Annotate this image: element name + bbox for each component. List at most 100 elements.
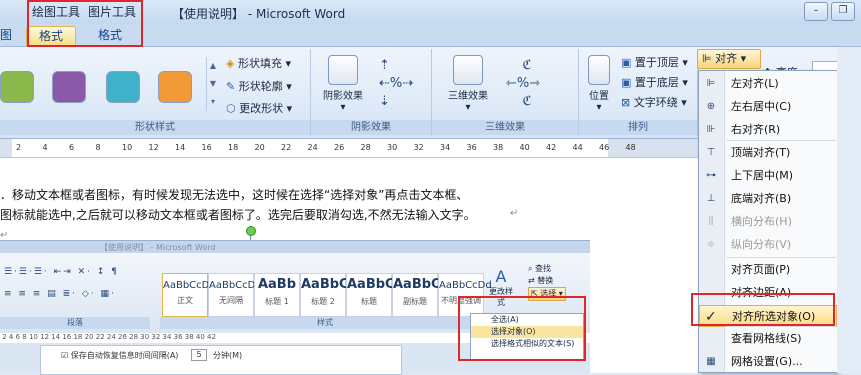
menu-separator bbox=[726, 257, 836, 258]
embedded-find-icon: ⌕ bbox=[528, 264, 533, 273]
align-menu-item-label: 网格设置(G)... bbox=[731, 355, 803, 368]
align-left-icon: ⊫ bbox=[706, 78, 716, 89]
embedded-checkbox-label: ☑ 保存自动恢复信息时间间隔(A) bbox=[61, 351, 179, 360]
3d-tilt-icons[interactable]: ℭ ⇽%⇾ ℭ bbox=[506, 57, 540, 111]
restore-button[interactable]: ❐ bbox=[831, 2, 855, 21]
align-menu-item[interactable]: ⊶ 上下居中(M) bbox=[699, 165, 837, 187]
embedded-title: 【使用说明】 - Microsoft Word bbox=[100, 243, 216, 252]
text-wrap-button[interactable]: ⊠ 文字环绕 ▾ bbox=[621, 94, 687, 110]
ruler-tick-label: 48 bbox=[625, 143, 636, 152]
embedded-style-sample: AaBbCcDd bbox=[209, 280, 262, 291]
bring-front-icon: ▣ bbox=[621, 56, 632, 69]
shape-style-swatch-orange[interactable] bbox=[158, 71, 192, 103]
paint-bucket-icon: ◈ bbox=[226, 57, 235, 70]
doc-line-2: 图标就能选中,之后就可以移动文本框或者图标了。选完后要取消勾选,不然无法输入文字… bbox=[0, 208, 476, 222]
align-menu-item-label: 左对齐(L) bbox=[731, 77, 779, 90]
align-menu-item: ≑ 纵向分布(V) bbox=[699, 234, 837, 256]
align-menu-item[interactable]: ⊫ 左对齐(L) bbox=[699, 73, 837, 95]
shape-outline-button[interactable]: ✎ 形状轮廓 ▾ bbox=[226, 78, 292, 94]
align-menu-item[interactable]: ⊕ 左右居中(C) bbox=[699, 96, 837, 118]
embedded-style-name: 正文 bbox=[177, 296, 193, 305]
ruler-tick-label: 40 bbox=[519, 143, 530, 152]
align-dropdown-button[interactable]: ⊫ 对齐 ▾ bbox=[697, 49, 761, 69]
ruler-tick-label: 16 bbox=[201, 143, 212, 152]
embedded-style-name: 标题 1 bbox=[265, 297, 289, 306]
embedded-align-icons: ≡ ≡ ≡ ▤ ≣· ◇· ▦· bbox=[4, 289, 116, 299]
ruler-tick-label: 10 bbox=[122, 143, 133, 152]
shape-fill-button[interactable]: ◈ 形状填充 ▾ bbox=[226, 55, 291, 71]
embedded-style-sample: AaBbCcDd bbox=[163, 280, 216, 291]
ruler-tick-label: 32 bbox=[413, 143, 424, 152]
bring-to-front-button[interactable]: ▣ 置于顶层 ▾ bbox=[621, 54, 688, 70]
paragraph-mark-icon: ↵ bbox=[510, 208, 519, 219]
embedded-style-sample: AaBbCcDd bbox=[439, 280, 492, 291]
ruler-tick-label: 26 bbox=[334, 143, 345, 152]
align-menu-item-label: 查看网格线(S) bbox=[731, 332, 802, 345]
menu-separator bbox=[726, 326, 836, 327]
align-menu-item-label: 右对齐(R) bbox=[731, 123, 781, 136]
align-menu-item[interactable]: 对齐页面(P) bbox=[699, 259, 837, 281]
ruler-tick-label: 22 bbox=[281, 143, 292, 152]
shapes-icon: ⬡ bbox=[226, 102, 236, 115]
embedded-style-sample: AaBbC bbox=[393, 277, 441, 292]
group-3d-effects: 三维效果 ▾ ℭ ⇽%⇾ ℭ 三维效果 bbox=[432, 49, 579, 136]
position-icon bbox=[588, 55, 610, 85]
align-menu-item[interactable]: ⊤ 顶端对齐(T) bbox=[699, 142, 837, 164]
embedded-style-sample: AaBbC bbox=[301, 277, 349, 292]
ruler-tick-label: 28 bbox=[360, 143, 371, 152]
tab-edge[interactable]: 图 bbox=[0, 26, 12, 45]
embedded-minutes-input: 5 bbox=[191, 349, 207, 361]
ruler-margin-right bbox=[608, 139, 700, 157]
embedded-style-sample: AaBb bbox=[257, 277, 297, 292]
pen-icon: ✎ bbox=[226, 80, 236, 93]
embedded-group-styles: 样式 bbox=[160, 317, 490, 329]
ruler-tick-label: 42 bbox=[546, 143, 557, 152]
shadow-icon bbox=[328, 55, 358, 85]
embedded-minutes-unit: 分钟(M) bbox=[213, 351, 243, 360]
ruler-tick-label: 36 bbox=[466, 143, 477, 152]
align-menu-item[interactable]: 查看网格线(S) bbox=[699, 328, 837, 350]
align-top-icon: ⊤ bbox=[706, 147, 716, 158]
change-shape-button[interactable]: ⬡ 更改形状 ▾ bbox=[226, 100, 292, 116]
shape-style-swatch-purple[interactable] bbox=[52, 71, 86, 103]
align-menu-item[interactable]: ▦ 网格设置(G)... bbox=[699, 351, 837, 373]
send-to-back-button[interactable]: ▣ 置于底层 ▾ bbox=[621, 74, 688, 90]
align-menu-item-label: 对齐页面(P) bbox=[731, 263, 791, 276]
align-menu-item[interactable]: ⊪ 右对齐(R) bbox=[699, 119, 837, 141]
group-label-3d: 三维效果 bbox=[432, 120, 578, 135]
ruler-tick-label: 6 bbox=[69, 143, 75, 152]
group-shape-styles: ▲ ▼ ▾ ◈ 形状填充 ▾ ✎ 形状轮廓 ▾ ⬡ 更改形状 ▾ 形状样式 bbox=[0, 49, 311, 136]
align-middle-icon: ⊶ bbox=[706, 170, 716, 181]
shape-style-swatch-blue[interactable] bbox=[106, 71, 140, 103]
ruler-tick-label: 8 bbox=[95, 143, 101, 152]
align-menu-item-label: 纵向分布(V) bbox=[731, 238, 792, 251]
align-page-icon bbox=[703, 264, 719, 276]
gridlines-icon bbox=[703, 333, 719, 345]
align-menu-item-label: 顶端对齐(T) bbox=[731, 146, 791, 159]
embedded-style-name: 标题 2 bbox=[311, 297, 335, 306]
align-right-icon: ⊪ bbox=[706, 124, 716, 135]
right-edge-panel bbox=[837, 47, 861, 373]
align-menu-item-label: 上下居中(M) bbox=[731, 169, 794, 182]
align-menu-item: ⫼ 横向分布(H) bbox=[699, 211, 837, 233]
ruler-tick-label: 2 bbox=[16, 143, 22, 152]
ruler-tick-label: 44 bbox=[572, 143, 583, 152]
shape-style-swatch-green[interactable] bbox=[0, 71, 34, 103]
shadow-effects-button[interactable]: 阴影效果 ▾ bbox=[317, 55, 369, 113]
align-menu-item[interactable]: ⊥ 底端对齐(B) bbox=[699, 188, 837, 210]
rotate-handle[interactable] bbox=[246, 226, 256, 236]
embedded-style-item: AaBb 标题 1 bbox=[254, 273, 300, 317]
embedded-group-paragraph: 段落 bbox=[0, 317, 150, 329]
minimize-button[interactable]: – bbox=[804, 2, 828, 21]
align-menu: ⊫ 左对齐(L) ⊕ 左右居中(C) ⊪ 右对齐(R) ⊤ 顶端对齐(T) ⊶ 上下居中(M) ⊥ 底… bbox=[698, 70, 838, 373]
3d-effects-button[interactable]: 三维效果 ▾ bbox=[442, 55, 494, 113]
gallery-scroll[interactable]: ▲ ▼ ▾ bbox=[206, 57, 219, 111]
shadow-nudge-icons[interactable]: ⇡ ⇠%⇢ ⇣ bbox=[379, 57, 413, 111]
group-shadow-effects: 阴影效果 ▾ ⇡ ⇠%⇢ ⇣ 阴影效果 bbox=[311, 49, 432, 136]
embedded-list-icons: ☰·☰·☰· ⇤⇥ ✕· ↕ ¶ bbox=[4, 267, 119, 277]
embedded-style-item: AaBbC 标题 2 bbox=[300, 273, 349, 317]
position-button[interactable]: 位置 ▾ bbox=[583, 55, 615, 113]
highlight-frame-embedded bbox=[458, 296, 586, 361]
embedded-style-name: 标题 bbox=[361, 297, 377, 306]
align-center-icon: ⊕ bbox=[706, 101, 716, 112]
